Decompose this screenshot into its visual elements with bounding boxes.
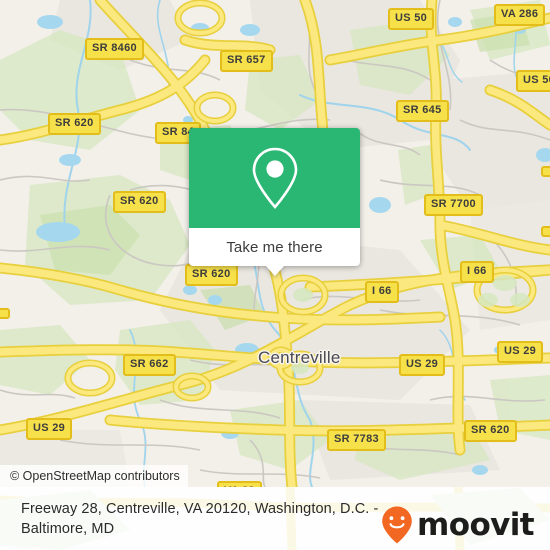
location-title: Freeway 28, Centreville, VA 20120, Washi…: [21, 500, 379, 537]
road-shield: I 66: [460, 261, 494, 283]
road-shield: SR 662: [123, 354, 176, 376]
footer-bar: Freeway 28, Centreville, VA 20120, Washi…: [0, 487, 550, 550]
popup-tail: [264, 265, 285, 276]
road-shield: US 29: [399, 354, 446, 376]
popup-image-area: [189, 128, 360, 228]
road-shield-clipped: [541, 166, 550, 177]
osm-attribution-text: © OpenStreetMap contributors: [10, 469, 180, 483]
road-shield: US 50: [516, 70, 550, 92]
road-shield: US 50: [388, 8, 435, 30]
road-shield-clipped: [0, 308, 10, 319]
moovit-wordmark: moovit: [417, 506, 535, 543]
road-shield: US 29: [26, 418, 73, 440]
road-shield: SR 7783: [327, 429, 386, 451]
city-label-centreville: Centreville: [258, 348, 341, 367]
road-shield: SR 620: [48, 113, 101, 135]
moovit-logo: moovit: [380, 505, 535, 545]
road-shield: I 66: [365, 281, 399, 303]
take-me-there-button[interactable]: Take me there: [189, 228, 360, 276]
road-shield-clipped: [541, 226, 550, 237]
road-shield: SR 8460: [85, 38, 144, 60]
map-pin-icon: [252, 147, 297, 209]
road-shield: SR 620: [185, 264, 238, 286]
road-shield: SR 620: [113, 191, 166, 213]
road-shield: VA 286: [494, 4, 546, 26]
road-shield: US 29: [497, 341, 544, 363]
road-shield: SR 645: [396, 100, 449, 122]
road-shield: SR 620: [464, 420, 517, 442]
road-shield: SR 7700: [424, 194, 483, 216]
destination-popup-card[interactable]: Take me there: [189, 128, 360, 276]
map-canvas[interactable]: Centreville US 50 VA 286 SR 8460 SR 657 …: [0, 0, 550, 487]
moovit-smiley-pin-icon: [382, 506, 412, 544]
map-screen: Centreville US 50 VA 286 SR 8460 SR 657 …: [0, 0, 550, 550]
osm-attribution[interactable]: © OpenStreetMap contributors: [0, 465, 188, 487]
road-shield: SR 657: [220, 50, 273, 72]
take-me-there-label: Take me there: [226, 238, 323, 256]
